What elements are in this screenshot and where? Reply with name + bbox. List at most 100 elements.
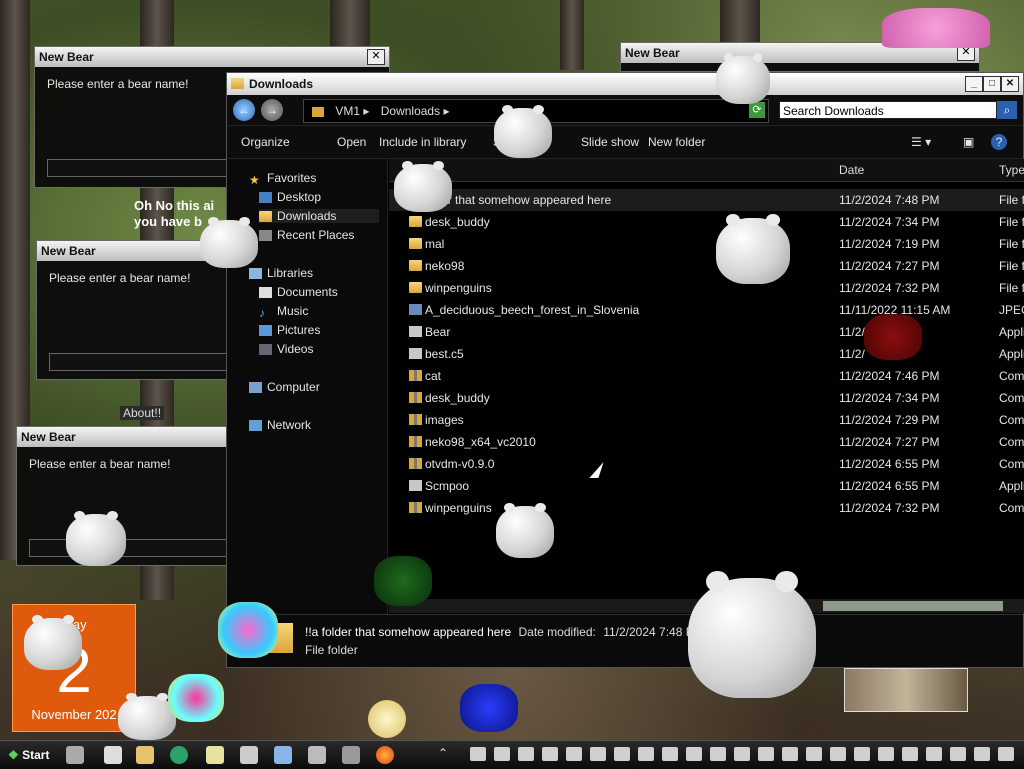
bear-tray-icon[interactable] <box>758 747 774 761</box>
close-button[interactable]: ✕ <box>1001 76 1019 92</box>
nav-network[interactable]: Network <box>249 418 311 432</box>
file-row[interactable]: older that somehow appeared here 11/2/202… <box>389 189 1024 211</box>
column-type[interactable]: Type <box>999 163 1024 177</box>
pink-cat-pet[interactable] <box>882 8 990 48</box>
bear-tray-icon[interactable] <box>710 747 726 761</box>
include-in-library-button[interactable]: Include in library <box>379 135 466 149</box>
file-row[interactable]: winpenguins 11/2/2024 7:32 PM File f <box>389 277 1024 299</box>
nav-desktop[interactable]: Desktop <box>259 190 321 204</box>
show-desktop-icon[interactable] <box>66 746 84 764</box>
nav-pictures[interactable]: Pictures <box>259 323 320 337</box>
paint-icon[interactable] <box>274 746 292 764</box>
polar-bear-pet[interactable] <box>200 217 258 268</box>
bear-tray-icon[interactable] <box>470 747 486 761</box>
bear-tray-icon[interactable] <box>494 747 510 761</box>
view-options-icon[interactable]: ☰ ▾ <box>911 135 931 149</box>
polar-bear-pet[interactable] <box>394 161 452 212</box>
nav-favorites[interactable]: ★ Favorites <box>249 171 316 187</box>
scrollbar-thumb[interactable] <box>823 601 1003 611</box>
file-row[interactable]: images 11/2/2024 7:29 PM Comp <box>389 409 1024 431</box>
open-button[interactable]: Open <box>337 135 366 149</box>
file-row[interactable]: winpenguins 11/2/2024 7:32 PM Comp <box>389 497 1024 519</box>
forward-button[interactable]: → <box>261 99 283 121</box>
polar-bear-pet[interactable] <box>688 570 816 698</box>
file-row[interactable]: desk_buddy 11/2/2024 7:34 PM File f <box>389 211 1024 233</box>
file-row[interactable]: A_deciduous_beech_forest_in_Slovenia 11/1… <box>389 299 1024 321</box>
bear-name-input[interactable] <box>47 159 239 177</box>
file-row[interactable]: Bear 11/2/Appli <box>389 321 1024 343</box>
breadcrumb-item[interactable]: Downloads <box>381 104 440 118</box>
file-row[interactable]: cat 11/2/2024 7:46 PM Comp <box>389 365 1024 387</box>
minimize-button[interactable]: _ <box>965 76 983 92</box>
search-input[interactable]: Search Downloads <box>779 101 997 119</box>
polar-bear-pet[interactable] <box>496 502 554 558</box>
breadcrumb-item[interactable]: VM1 <box>335 104 360 118</box>
bear-tray-icon[interactable] <box>854 747 870 761</box>
bear-tray-icon[interactable] <box>638 747 654 761</box>
bear-tray-icon[interactable] <box>998 747 1014 761</box>
file-row[interactable]: neko98 11/2/2024 7:27 PM File f <box>389 255 1024 277</box>
tasks-icon[interactable] <box>342 746 360 764</box>
column-date[interactable]: Date <box>839 163 864 177</box>
file-row[interactable]: mal 11/2/2024 7:19 PM File f <box>389 233 1024 255</box>
new-folder-button[interactable]: New folder <box>648 135 705 149</box>
bear-tray-icon[interactable] <box>902 747 918 761</box>
search-icon[interactable]: ⌕ <box>997 101 1017 119</box>
red-bear-pet[interactable] <box>864 314 922 360</box>
preview-pane-icon[interactable]: ▣ <box>963 135 974 149</box>
bear-tray-icon[interactable] <box>542 747 558 761</box>
file-row[interactable]: best.c5 11/2/Appli <box>389 343 1024 365</box>
nav-music[interactable]: ♪ Music <box>259 304 308 320</box>
maximize-button[interactable]: □ <box>983 76 1001 92</box>
explorer-window[interactable]: Downloads _ □ ✕ ← → VM1 ▸ Downloads ▸ ⟳ … <box>226 72 1024 668</box>
bear-tray-icon[interactable] <box>518 747 534 761</box>
cat-photo-window[interactable] <box>844 668 968 712</box>
rainbow-creature-pet[interactable] <box>168 674 224 722</box>
new-bear-dialog[interactable]: New Bear Please enter a bear name! <box>16 426 236 566</box>
organize-button[interactable]: Organize <box>241 135 290 149</box>
window-switch-icon[interactable] <box>104 746 122 764</box>
back-button[interactable]: ← <box>233 99 255 121</box>
bear-tray-icon[interactable] <box>830 747 846 761</box>
file-row[interactable]: desk_buddy 11/2/2024 7:34 PM Comp <box>389 387 1024 409</box>
bear-tray-icon[interactable] <box>950 747 966 761</box>
bear-tray-icon[interactable] <box>614 747 630 761</box>
chevron-up-icon[interactable]: ⌃ <box>438 746 448 760</box>
explorer-taskbar-icon[interactable] <box>136 746 154 764</box>
polar-bear-pet[interactable] <box>716 53 770 104</box>
bear-tray-icon[interactable] <box>734 747 750 761</box>
wordpad-icon[interactable] <box>308 746 326 764</box>
nav-computer[interactable]: Computer <box>249 380 320 394</box>
bear-tray-icon[interactable] <box>878 747 894 761</box>
bear-tray-icon[interactable] <box>662 747 678 761</box>
nav-videos[interactable]: Videos <box>259 342 313 356</box>
polar-bear-pet[interactable] <box>716 214 790 284</box>
firefox-icon[interactable] <box>376 746 394 764</box>
polar-bear-pet[interactable] <box>24 614 82 670</box>
file-row[interactable]: Scmpoo 11/2/2024 6:55 PM Appli <box>389 475 1024 497</box>
bear-tray-icon[interactable] <box>590 747 606 761</box>
bear-tray-icon[interactable] <box>686 747 702 761</box>
nav-documents[interactable]: Documents <box>259 285 338 299</box>
bear-tray-icon[interactable] <box>782 747 798 761</box>
bear-tray-icon[interactable] <box>926 747 942 761</box>
nav-recent-places[interactable]: Recent Places <box>259 228 354 242</box>
refresh-button[interactable]: ⟳ <box>749 102 765 118</box>
nav-libraries[interactable]: Libraries <box>249 266 313 280</box>
help-icon[interactable]: ? <box>991 134 1007 150</box>
nav-downloads[interactable]: Downloads <box>259 209 379 223</box>
blue-bear-pet[interactable] <box>460 684 518 732</box>
edge-icon[interactable] <box>170 746 188 764</box>
bear-tray-icon[interactable] <box>566 747 582 761</box>
start-button[interactable]: ❖ Start <box>2 744 56 766</box>
file-row[interactable]: neko98_x64_vc2010 11/2/2024 7:27 PM Comp <box>389 431 1024 453</box>
notepad-icon[interactable] <box>206 746 224 764</box>
polar-bear-pet[interactable] <box>494 105 552 158</box>
rainbow-creature-pet[interactable] <box>218 602 278 658</box>
polar-bear-pet[interactable] <box>66 510 126 566</box>
bear-name-input[interactable] <box>29 539 227 557</box>
slideshow-button[interactable]: Slide show <box>581 135 639 149</box>
green-bear-pet[interactable] <box>374 556 432 606</box>
file-row[interactable]: otvdm-v0.9.0 11/2/2024 6:55 PM Comp <box>389 453 1024 475</box>
bear-name-input[interactable] <box>49 353 231 371</box>
